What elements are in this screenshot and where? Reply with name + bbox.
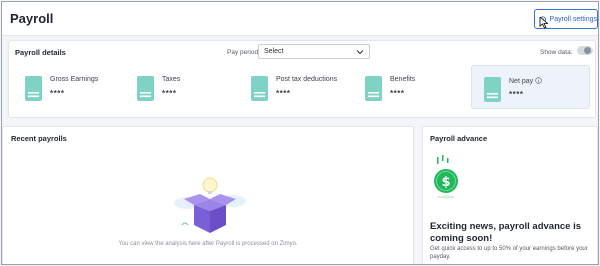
- page-header: Payroll Payroll settings: [2, 2, 598, 36]
- advance-headline: Exciting news, payroll advance is coming…: [430, 221, 582, 244]
- payroll-details-title: Payroll details: [15, 48, 66, 57]
- payslip-icon: [25, 76, 42, 101]
- metrics-row: Gross Earnings **** Taxes **** Post tax …: [15, 65, 590, 109]
- payroll-advance-panel: Payroll advance $ Exciting news, payroll…: [422, 126, 598, 264]
- mouse-pointer-icon: [539, 17, 549, 29]
- metric-value: ****: [390, 89, 405, 98]
- pay-period-value: Select: [264, 48, 284, 55]
- payroll-settings-label: Payroll settings: [549, 15, 597, 23]
- metric-label: Gross Earnings: [50, 76, 99, 83]
- payslip-icon: [365, 76, 382, 101]
- metric-label: Net pay: [509, 77, 542, 85]
- recent-payrolls-title: Recent payrolls: [11, 134, 67, 143]
- metric-value: ****: [50, 89, 65, 98]
- empty-state-message: You can view the analysis here after Pay…: [118, 241, 298, 247]
- payroll-details-card: Payroll details Pay period: Select Show …: [8, 40, 596, 118]
- metric-value: ****: [509, 90, 524, 99]
- pay-period-label: Pay period:: [227, 49, 260, 56]
- payslip-icon: [484, 77, 501, 102]
- metric-value: ****: [162, 89, 177, 98]
- svg-text:$: $: [441, 175, 450, 190]
- metric-gross-earnings: Gross Earnings ****: [15, 65, 125, 109]
- net-pay-label: Net pay: [509, 78, 534, 85]
- show-data-toggle[interactable]: [577, 46, 593, 55]
- metric-net-pay: Net pay ****: [471, 65, 590, 109]
- metric-benefits: Benefits ****: [355, 65, 467, 109]
- page-title: Payroll: [10, 11, 54, 26]
- advance-description: Get quick access to up to 50% of your ea…: [430, 246, 588, 260]
- payslip-icon: [251, 76, 268, 101]
- metric-label: Post tax deductions: [276, 76, 338, 83]
- pay-period-select[interactable]: Select: [258, 44, 370, 59]
- recent-payrolls-panel: Recent payrolls You can view the analysi…: [2, 126, 414, 264]
- metric-value: ****: [276, 89, 291, 98]
- show-data-label: Show data:: [540, 49, 573, 56]
- info-icon[interactable]: [535, 77, 542, 84]
- payroll-page: Payroll Payroll settings Payroll details…: [1, 1, 599, 265]
- chevron-down-icon: [356, 50, 364, 55]
- payroll-advance-title: Payroll advance: [430, 134, 488, 143]
- open-box-illustration: [174, 177, 246, 233]
- toggle-knob: [584, 47, 591, 54]
- metric-post-tax-deductions: Post tax deductions ****: [241, 65, 353, 109]
- dollar-coin-illustration: $: [434, 155, 458, 199]
- metric-label: Benefits: [390, 76, 416, 83]
- metric-label: Taxes: [162, 76, 181, 83]
- metric-taxes: Taxes ****: [127, 65, 239, 109]
- payslip-icon: [137, 76, 154, 101]
